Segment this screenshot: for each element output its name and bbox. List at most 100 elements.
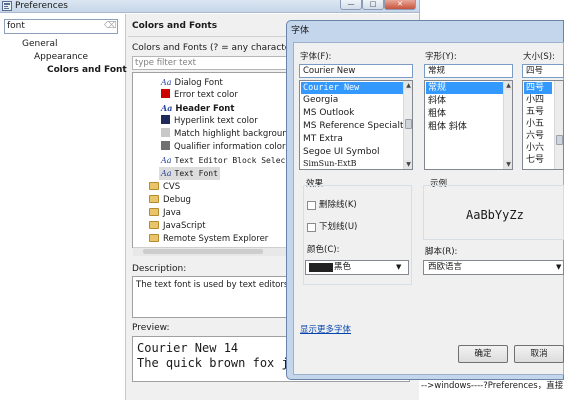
tree-item-debug[interactable]: Debug: [149, 194, 191, 207]
scrollbar-thumb[interactable]: [556, 135, 563, 145]
tree-item-java[interactable]: Java: [149, 207, 181, 220]
background-page-text: -->windows----?Preferences，直接: [419, 380, 564, 400]
font-aa-icon: Aa: [161, 78, 172, 87]
nav-item-appearance[interactable]: Appearance: [34, 51, 88, 63]
font-list-item[interactable]: Segoe UI Symbol: [301, 146, 380, 158]
scrollbar-thumb[interactable]: [143, 249, 263, 254]
style-list-item[interactable]: 斜体: [426, 95, 446, 107]
scroll-up-icon[interactable]: ▲: [504, 81, 512, 90]
font-aa-icon: Aa: [161, 156, 172, 165]
chevron-down-icon[interactable]: ▼: [396, 262, 401, 273]
font-list-scrollbar[interactable]: ▲ ▼: [403, 81, 412, 169]
close-button[interactable]: ✕: [384, 0, 416, 10]
cancel-button[interactable]: 取消: [514, 345, 564, 363]
color-label: 颜色(C):: [307, 245, 340, 255]
font-style-label: 字形(Y):: [425, 52, 457, 62]
show-more-fonts-link[interactable]: 显示更多字体: [300, 323, 351, 335]
font-list-item[interactable]: SimSun-ExtB: [301, 158, 357, 169]
tree-item-dialog-font[interactable]: Aa Dialog Font: [161, 76, 223, 89]
folder-icon: [149, 234, 159, 242]
style-list-item[interactable]: 粗体: [426, 108, 446, 120]
color-value: 黑色: [334, 262, 352, 272]
tree-item-hyperlink-color[interactable]: Hyperlink text color: [161, 115, 258, 128]
tree-item-javascript[interactable]: JavaScript: [149, 220, 206, 233]
darkgrey-square-icon: [161, 141, 170, 150]
font-size-list[interactable]: 四号 小四 五号 小五 六号 小六 七号: [522, 80, 564, 170]
nav-item-colors-and-fonts[interactable]: Colors and Fonts: [47, 64, 132, 76]
navy-square-icon: [161, 115, 170, 124]
size-list-item[interactable]: 小四: [524, 94, 544, 106]
font-name-input[interactable]: Courier New: [299, 64, 413, 78]
tree-item-header-font[interactable]: Aa Header Font: [161, 102, 234, 115]
sample-text: AaBbYyZz: [466, 208, 524, 222]
close-icon: ✕: [397, 0, 403, 8]
tree-item-text-font[interactable]: Aa Text Font: [159, 167, 220, 180]
size-list-item[interactable]: 四号: [524, 82, 552, 94]
maximize-button[interactable]: □: [362, 0, 384, 10]
folder-icon: [149, 208, 159, 216]
preview-label: Preview:: [132, 323, 170, 333]
filter-input-value: font: [7, 21, 25, 31]
font-size-input[interactable]: 四号: [522, 64, 564, 78]
underline-label: 下划线(U): [319, 222, 358, 232]
font-dialog-title: 字体: [291, 26, 310, 36]
font-list-item[interactable]: MT Extra: [301, 133, 343, 145]
font-list-item[interactable]: Courier New: [301, 82, 403, 94]
font-list-item[interactable]: Georgia: [301, 94, 338, 106]
chevron-down-icon[interactable]: ▼: [556, 262, 561, 273]
size-list-item[interactable]: 五号: [524, 106, 544, 118]
ok-button[interactable]: 确定: [458, 345, 508, 363]
style-list-item[interactable]: 常规: [426, 82, 503, 94]
tree-item-match-highlight[interactable]: Match highlight background: [161, 128, 287, 141]
size-list-item[interactable]: 小六: [524, 142, 544, 154]
colors-fonts-tree[interactable]: Aa Dialog Font Error text color Aa Header …: [132, 72, 288, 248]
scroll-up-icon[interactable]: ▲: [404, 81, 412, 90]
folder-icon: [149, 195, 159, 203]
description-text: The text font is used by text editors.: [136, 280, 291, 290]
size-list-scrollbar[interactable]: [554, 81, 563, 169]
underline-checkbox[interactable]: [307, 223, 316, 232]
tree-item-remote-system-explorer[interactable]: Remote System Explorer: [149, 233, 268, 246]
page-title: Colors and Fonts: [132, 21, 218, 31]
scroll-down-icon[interactable]: ▼: [504, 160, 512, 169]
script-value: 西欧语言: [428, 262, 463, 272]
minimize-button[interactable]: —: [340, 0, 362, 10]
minimize-icon: —: [347, 0, 355, 8]
folder-icon: [149, 182, 159, 190]
strikeout-checkbox[interactable]: [307, 201, 316, 210]
size-list-item[interactable]: 七号: [524, 154, 544, 166]
style-list-item[interactable]: 粗体 斜体: [426, 121, 467, 133]
font-list-item[interactable]: MS Reference Specialt: [301, 120, 403, 132]
tree-item-block-selection[interactable]: Aa Text Editor Block Select: [161, 154, 287, 167]
script-label: 脚本(R):: [425, 247, 458, 257]
clear-filter-icon[interactable]: ⌫: [104, 21, 117, 31]
style-list-scrollbar[interactable]: ▲ ▼: [503, 81, 512, 169]
tree-item-error-text-color[interactable]: Error text color: [161, 89, 238, 102]
font-name-label: 字体(F):: [300, 52, 332, 62]
tree-item-qualifier-color[interactable]: Qualifier information color: [161, 141, 285, 154]
tree-item-cvs[interactable]: CVS: [149, 181, 180, 194]
maximize-icon: □: [369, 0, 377, 8]
preview-line-1: Courier New 14: [137, 341, 239, 355]
size-list-item[interactable]: 六号: [524, 130, 544, 142]
strikeout-label: 删除线(K): [319, 200, 357, 210]
color-swatch: [309, 263, 333, 272]
window-title: Preferences: [15, 1, 68, 11]
folder-icon: [149, 221, 159, 229]
description-label: Description:: [132, 264, 187, 274]
scroll-down-icon[interactable]: ▼: [404, 160, 412, 169]
font-list-item[interactable]: MS Outlook: [301, 107, 354, 119]
red-square-icon: [161, 89, 170, 98]
scrollbar-thumb[interactable]: [405, 119, 412, 129]
size-list-item[interactable]: 小五: [524, 118, 544, 130]
preview-line-2: The quick brown fox j: [137, 356, 289, 370]
font-aa-icon: Aa: [161, 169, 172, 178]
font-style-input[interactable]: 常规: [424, 64, 513, 78]
type-filter-placeholder: type filter text: [135, 58, 196, 68]
nav-item-general[interactable]: General: [22, 38, 57, 50]
font-style-list[interactable]: 常规 斜体 粗体 粗体 斜体 ▲ ▼: [424, 80, 513, 170]
font-aa-icon: Aa: [161, 103, 173, 113]
preferences-app-icon: [2, 1, 12, 11]
font-size-label: 大小(S):: [523, 52, 555, 62]
font-name-list[interactable]: Courier New Georgia MS Outlook MS Refere…: [299, 80, 413, 170]
